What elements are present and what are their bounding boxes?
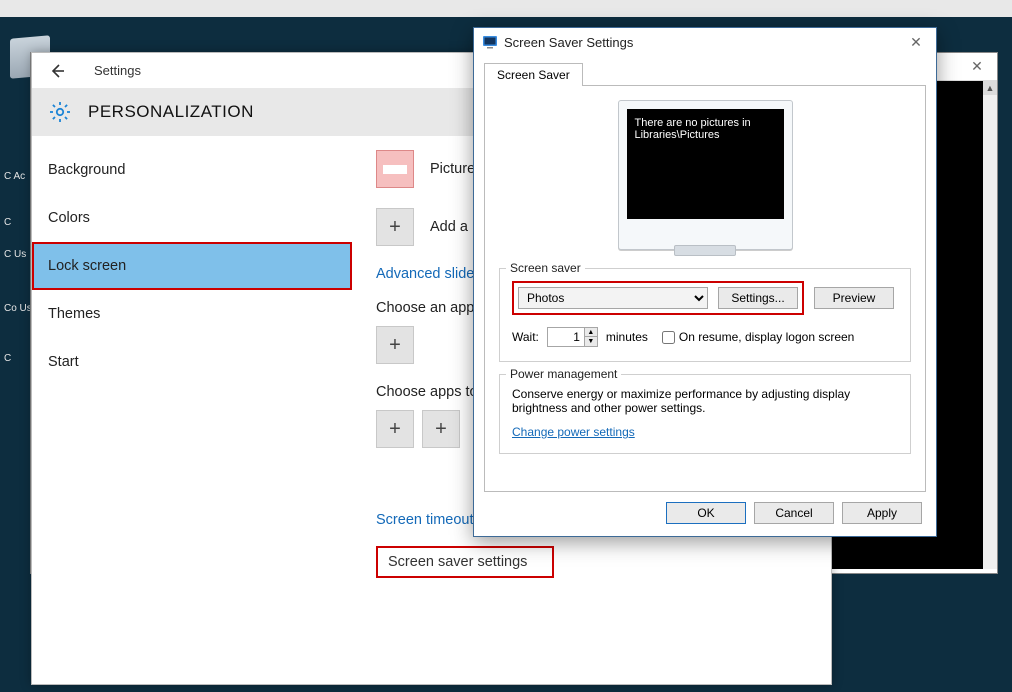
close-icon[interactable]: ✕ bbox=[957, 53, 997, 81]
cancel-button[interactable]: Cancel bbox=[754, 502, 834, 524]
screensaver-combo[interactable]: Photos bbox=[518, 287, 708, 309]
on-resume-label: On resume, display logon screen bbox=[679, 330, 854, 344]
gear-icon bbox=[48, 100, 72, 124]
screensaver-select-highlighted: Photos Settings... bbox=[512, 281, 804, 315]
dialog-tab-pane: There are no pictures in Libraries\Pictu… bbox=[484, 85, 926, 492]
scroll-up-icon[interactable]: ▲ bbox=[983, 81, 997, 95]
desktop-icon[interactable]: C bbox=[4, 217, 32, 228]
apply-button[interactable]: Apply bbox=[842, 502, 922, 524]
dialog-titlebar: Screen Saver Settings ✕ bbox=[474, 28, 936, 56]
choose-quick-app-button[interactable]: + bbox=[422, 410, 460, 448]
dialog-tabs: Screen Saver bbox=[474, 56, 936, 85]
back-button[interactable] bbox=[48, 62, 66, 80]
add-picture-button[interactable]: + bbox=[376, 208, 414, 246]
desktop-icon[interactable]: C bbox=[4, 353, 32, 364]
wait-label: Wait: bbox=[512, 330, 539, 344]
choose-quick-app-button[interactable]: + bbox=[376, 410, 414, 448]
host-taskbar bbox=[0, 0, 1012, 17]
screen-saver-settings-link[interactable]: Screen saver settings bbox=[376, 546, 554, 578]
on-resume-checkbox-label[interactable]: On resume, display logon screen bbox=[662, 330, 854, 344]
add-label: Add a bbox=[430, 219, 468, 235]
screensaver-group: Screen saver Photos Settings... Preview … bbox=[499, 268, 911, 362]
category-title: PERSONALIZATION bbox=[88, 102, 254, 122]
dialog-close-button[interactable]: ✕ bbox=[896, 28, 936, 56]
dialog-title: Screen Saver Settings bbox=[504, 35, 896, 50]
spin-down-icon[interactable]: ▼ bbox=[585, 337, 597, 346]
settings-title: Settings bbox=[94, 63, 141, 78]
screensaver-dialog: Screen Saver Settings ✕ Screen Saver The… bbox=[473, 27, 937, 537]
preview-button[interactable]: Preview bbox=[814, 287, 894, 309]
choose-detailed-app-button[interactable]: + bbox=[376, 326, 414, 364]
power-management-label: Power management bbox=[506, 367, 621, 381]
screensaver-preview-monitor: There are no pictures in Libraries\Pictu… bbox=[618, 100, 793, 250]
sidebar-item-start[interactable]: Start bbox=[32, 338, 352, 386]
spin-buttons[interactable]: ▲▼ bbox=[585, 327, 598, 347]
desktop-icon[interactable]: C Us bbox=[4, 249, 32, 260]
power-management-group: Power management Conserve energy or maxi… bbox=[499, 374, 911, 454]
sidebar-item-lock-screen[interactable]: Lock screen bbox=[32, 242, 352, 290]
screensaver-preview-screen: There are no pictures in Libraries\Pictu… bbox=[627, 109, 784, 219]
desktop-icon[interactable]: Co Us bbox=[4, 303, 32, 314]
desktop-icon[interactable]: C Ac bbox=[4, 171, 32, 182]
minutes-label: minutes bbox=[606, 330, 648, 344]
on-resume-checkbox[interactable] bbox=[662, 331, 675, 344]
screensaver-icon bbox=[482, 34, 498, 50]
scrollbar[interactable]: ▲ bbox=[983, 81, 997, 569]
screensaver-group-label: Screen saver bbox=[506, 261, 585, 275]
ok-button[interactable]: OK bbox=[666, 502, 746, 524]
dialog-button-row: OK Cancel Apply bbox=[474, 492, 936, 536]
sidebar-item-background[interactable]: Background bbox=[32, 146, 352, 194]
power-management-desc: Conserve energy or maximize performance … bbox=[512, 387, 898, 415]
sidebar-item-colors[interactable]: Colors bbox=[32, 194, 352, 242]
wait-spinner[interactable]: ▲▼ bbox=[547, 327, 598, 347]
tab-screen-saver[interactable]: Screen Saver bbox=[484, 63, 583, 86]
settings-sidenav: Background Colors Lock screen Themes Sta… bbox=[32, 136, 352, 684]
spin-up-icon[interactable]: ▲ bbox=[585, 328, 597, 337]
picture-thumbnail[interactable] bbox=[376, 150, 414, 188]
sidebar-item-themes[interactable]: Themes bbox=[32, 290, 352, 338]
wait-input[interactable] bbox=[547, 327, 585, 347]
screensaver-settings-button[interactable]: Settings... bbox=[718, 287, 798, 309]
change-power-settings-link[interactable]: Change power settings bbox=[512, 425, 635, 439]
